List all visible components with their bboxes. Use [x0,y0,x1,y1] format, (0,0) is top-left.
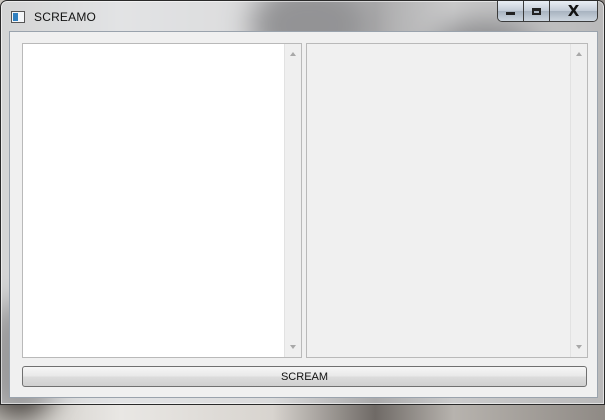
close-button[interactable]: X [550,1,597,21]
scroll-down-arrow-icon[interactable] [576,345,582,349]
client-area: SCREAM [9,31,598,398]
maximize-button[interactable] [524,1,550,21]
output-scrollbar[interactable] [570,44,587,357]
scroll-up-arrow-icon[interactable] [290,52,296,56]
input-scrollbar[interactable] [284,44,301,357]
scream-button[interactable]: SCREAM [22,366,587,387]
input-text-area[interactable] [22,43,302,358]
app-window-icon [11,11,25,23]
output-text-area[interactable] [306,43,588,358]
minimize-button[interactable] [498,1,524,21]
scroll-up-arrow-icon[interactable] [576,52,582,56]
window-title: SCREAMO [34,10,97,24]
minimize-icon [506,12,515,15]
maximize-icon [532,7,541,15]
title-bar[interactable]: SCREAMO X [1,1,604,31]
caption-buttons: X [497,1,598,22]
scroll-down-arrow-icon[interactable] [290,345,296,349]
close-icon: X [567,1,580,20]
app-window: SCREAMO X SCREAM [0,0,605,405]
